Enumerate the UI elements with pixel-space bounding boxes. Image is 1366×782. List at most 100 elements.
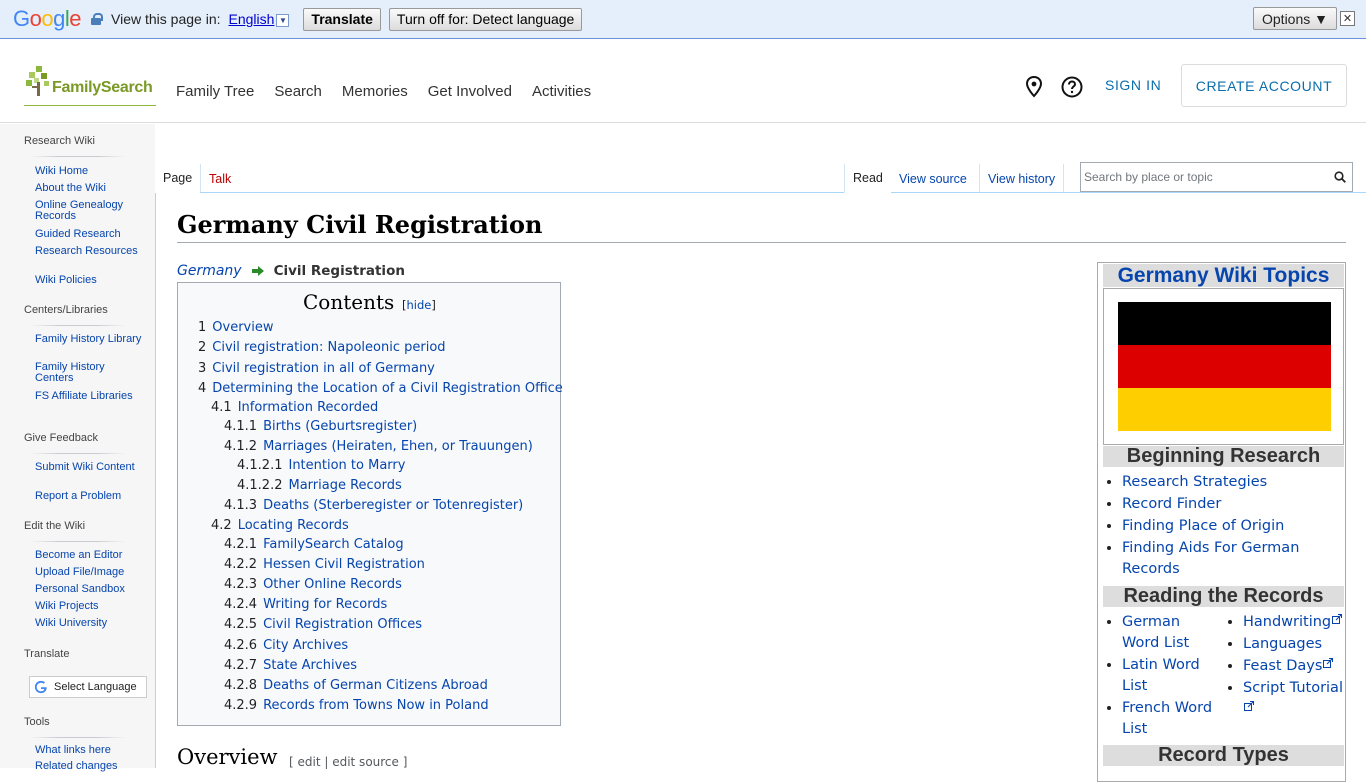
sidebar-item-online-genealogy[interactable]: Online Genealogy Records	[35, 200, 145, 222]
site-header: FamilySearch Family Tree Search Memories…	[0, 40, 1366, 123]
toc-item[interactable]: 4.2.9 Records from Towns Now in Poland	[224, 698, 489, 713]
close-icon[interactable]: ✕	[1340, 11, 1355, 26]
sidebar-item-related-changes[interactable]: Related changes	[35, 761, 145, 772]
list-item[interactable]: Finding Aids For German Records	[1122, 538, 1338, 580]
list-item[interactable]: Handwriting	[1243, 612, 1343, 633]
list-item[interactable]: Research Strategies	[1122, 472, 1338, 493]
sidebar-heading-research-wiki: Research Wiki	[24, 135, 95, 147]
familysearch-logo[interactable]: FamilySearch	[24, 64, 156, 106]
toc-item[interactable]: 4.1.3 Deaths (Sterberegister or Totenregi…	[224, 498, 523, 513]
sidebar-item-affiliate[interactable]: FS Affiliate Libraries	[35, 391, 145, 402]
toc-item[interactable]: 4.2.4 Writing for Records	[224, 597, 387, 612]
tab-view-history[interactable]: View history	[979, 164, 1065, 193]
tab-talk[interactable]: Talk	[200, 164, 239, 193]
nav-family-tree[interactable]: Family Tree	[176, 83, 254, 100]
sidebar-item-submit-content[interactable]: Submit Wiki Content	[35, 462, 145, 473]
toc-item[interactable]: 4.2.2 Hessen Civil Registration	[224, 557, 425, 572]
sidebar-item-wiki-home[interactable]: Wiki Home	[35, 166, 145, 177]
wiki-topics-infobox: Germany Wiki Topics Beginning Research R…	[1097, 262, 1346, 782]
translate-button[interactable]: Translate	[303, 7, 381, 31]
list-item[interactable]: German Word List	[1122, 612, 1220, 654]
sidebar-item-wiki-policies[interactable]: Wiki Policies	[35, 275, 145, 286]
select-language-label: Select Language	[54, 681, 137, 693]
help-icon[interactable]	[1061, 76, 1083, 98]
sidebar-item-become-editor[interactable]: Become an Editor	[35, 550, 145, 561]
list-item[interactable]: Finding Place of Origin	[1122, 516, 1338, 537]
tab-view-source[interactable]: View source	[890, 164, 975, 193]
toc-item-label: FamilySearch Catalog	[263, 537, 404, 552]
toc-item-number: 1	[198, 320, 207, 335]
toc-item[interactable]: 4 Determining the Location of a Civil Reg…	[198, 381, 563, 396]
tab-read[interactable]: Read	[844, 164, 891, 193]
sidebar-item-fhc[interactable]: Family History Centers	[35, 362, 145, 384]
toc-item[interactable]: 4.1.2 Marriages (Heiraten, Ehen, or Trauu…	[224, 439, 533, 454]
breadcrumb: Germany Civil Registration	[177, 263, 405, 279]
toc-item[interactable]: 4.1.2.2 Marriage Records	[237, 478, 402, 493]
toc-item[interactable]: 4.2.5 Civil Registration Offices	[224, 617, 422, 632]
toc-item-number: 4.2.3	[224, 577, 258, 592]
toc-item[interactable]: 4.2.1 FamilySearch Catalog	[224, 537, 404, 552]
toc-item-label: Locating Records	[237, 518, 349, 533]
select-language-button[interactable]: Select Language	[29, 676, 147, 698]
tab-page[interactable]: Page	[155, 164, 201, 193]
sidebar-item-sandbox[interactable]: Personal Sandbox	[35, 584, 145, 595]
list-item[interactable]: Feast Days	[1243, 656, 1343, 677]
breadcrumb-parent-link[interactable]: Germany	[177, 263, 242, 279]
infobox-section-beginning: Beginning Research	[1103, 446, 1344, 467]
toc-hide-toggle[interactable]: [hide]	[402, 298, 436, 312]
sidebar-divider	[30, 737, 126, 738]
toc-item-number: 4.2.9	[224, 698, 258, 713]
toc-item[interactable]: 4.1.1 Births (Geburtsregister)	[224, 419, 417, 434]
google-g-icon	[34, 680, 47, 694]
list-item[interactable]: Latin Word List	[1122, 655, 1220, 697]
sidebar-item-research-resources[interactable]: Research Resources	[35, 246, 145, 257]
sidebar-item-upload[interactable]: Upload File/Image	[35, 567, 145, 578]
toc-item[interactable]: 4.2.7 State Archives	[224, 658, 357, 673]
list-item[interactable]: Record Finder	[1122, 494, 1338, 515]
toc-item-number: 4.2	[211, 518, 232, 533]
toc-item[interactable]: 4.2 Locating Records	[211, 518, 349, 533]
turn-off-button[interactable]: Turn off for: Detect language	[388, 7, 583, 31]
reading-records-list-right: Handwriting Languages Feast Days Script …	[1219, 612, 1343, 720]
toc-item[interactable]: 4.2.6 City Archives	[224, 638, 348, 653]
create-account-button[interactable]: CREATE ACCOUNT	[1181, 64, 1347, 107]
search-input[interactable]: Search by place or topic	[1080, 162, 1353, 192]
nav-get-involved[interactable]: Get Involved	[428, 83, 512, 100]
toc-item[interactable]: 4.2.8 Deaths of German Citizens Abroad	[224, 678, 488, 693]
sidebar-item-what-links[interactable]: What links here	[35, 745, 145, 756]
toc-item[interactable]: 3 Civil registration in all of Germany	[198, 361, 435, 376]
toc-item[interactable]: 4.1.2.1 Intention to Marry	[237, 458, 405, 473]
toc-item-number: 4.1.2	[224, 439, 258, 454]
sidebar-item-fhl[interactable]: Family History Library	[35, 334, 145, 345]
toc-item[interactable]: 1 Overview	[198, 320, 274, 335]
sidebar: Research Wiki Wiki Home About the Wiki O…	[0, 124, 155, 772]
section-edit-links[interactable]: [ edit | edit source ]	[289, 755, 407, 769]
sidebar-divider	[30, 541, 126, 542]
google-logo: Google	[13, 6, 82, 31]
toc-item[interactable]: 4.2.3 Other Online Records	[224, 577, 402, 592]
list-item[interactable]: French Word List	[1122, 698, 1220, 740]
toc-item-label: Hessen Civil Registration	[263, 557, 425, 572]
options-button[interactable]: Options ▼	[1253, 7, 1337, 30]
sidebar-item-report-problem[interactable]: Report a Problem	[35, 491, 145, 502]
list-item[interactable]: Script Tutorial	[1243, 678, 1343, 720]
language-selector[interactable]: English ▼	[229, 11, 290, 27]
sidebar-item-about-wiki[interactable]: About the Wiki	[35, 183, 145, 194]
toc-item-label: State Archives	[263, 658, 358, 673]
toc-item-label: City Archives	[263, 638, 349, 653]
infobox-title[interactable]: Germany Wiki Topics	[1103, 264, 1344, 287]
sidebar-item-university[interactable]: Wiki University	[35, 618, 145, 629]
nav-memories[interactable]: Memories	[342, 83, 408, 100]
list-item[interactable]: Languages	[1243, 634, 1343, 655]
toc-item-label: Information Recorded	[237, 400, 379, 415]
search-icon[interactable]	[1334, 171, 1346, 183]
toc-item[interactable]: 4.1 Information Recorded	[211, 400, 378, 415]
sidebar-item-guided-research[interactable]: Guided Research	[35, 229, 145, 240]
location-pin-icon[interactable]	[1025, 76, 1043, 98]
nav-search[interactable]: Search	[274, 83, 322, 100]
sidebar-item-projects[interactable]: Wiki Projects	[35, 601, 145, 612]
toc-item-label: Deaths of German Citizens Abroad	[263, 678, 488, 693]
toc-item[interactable]: 2 Civil registration: Napoleonic period	[198, 340, 446, 355]
nav-activities[interactable]: Activities	[532, 83, 591, 100]
sign-in-link[interactable]: SIGN IN	[1105, 77, 1161, 93]
